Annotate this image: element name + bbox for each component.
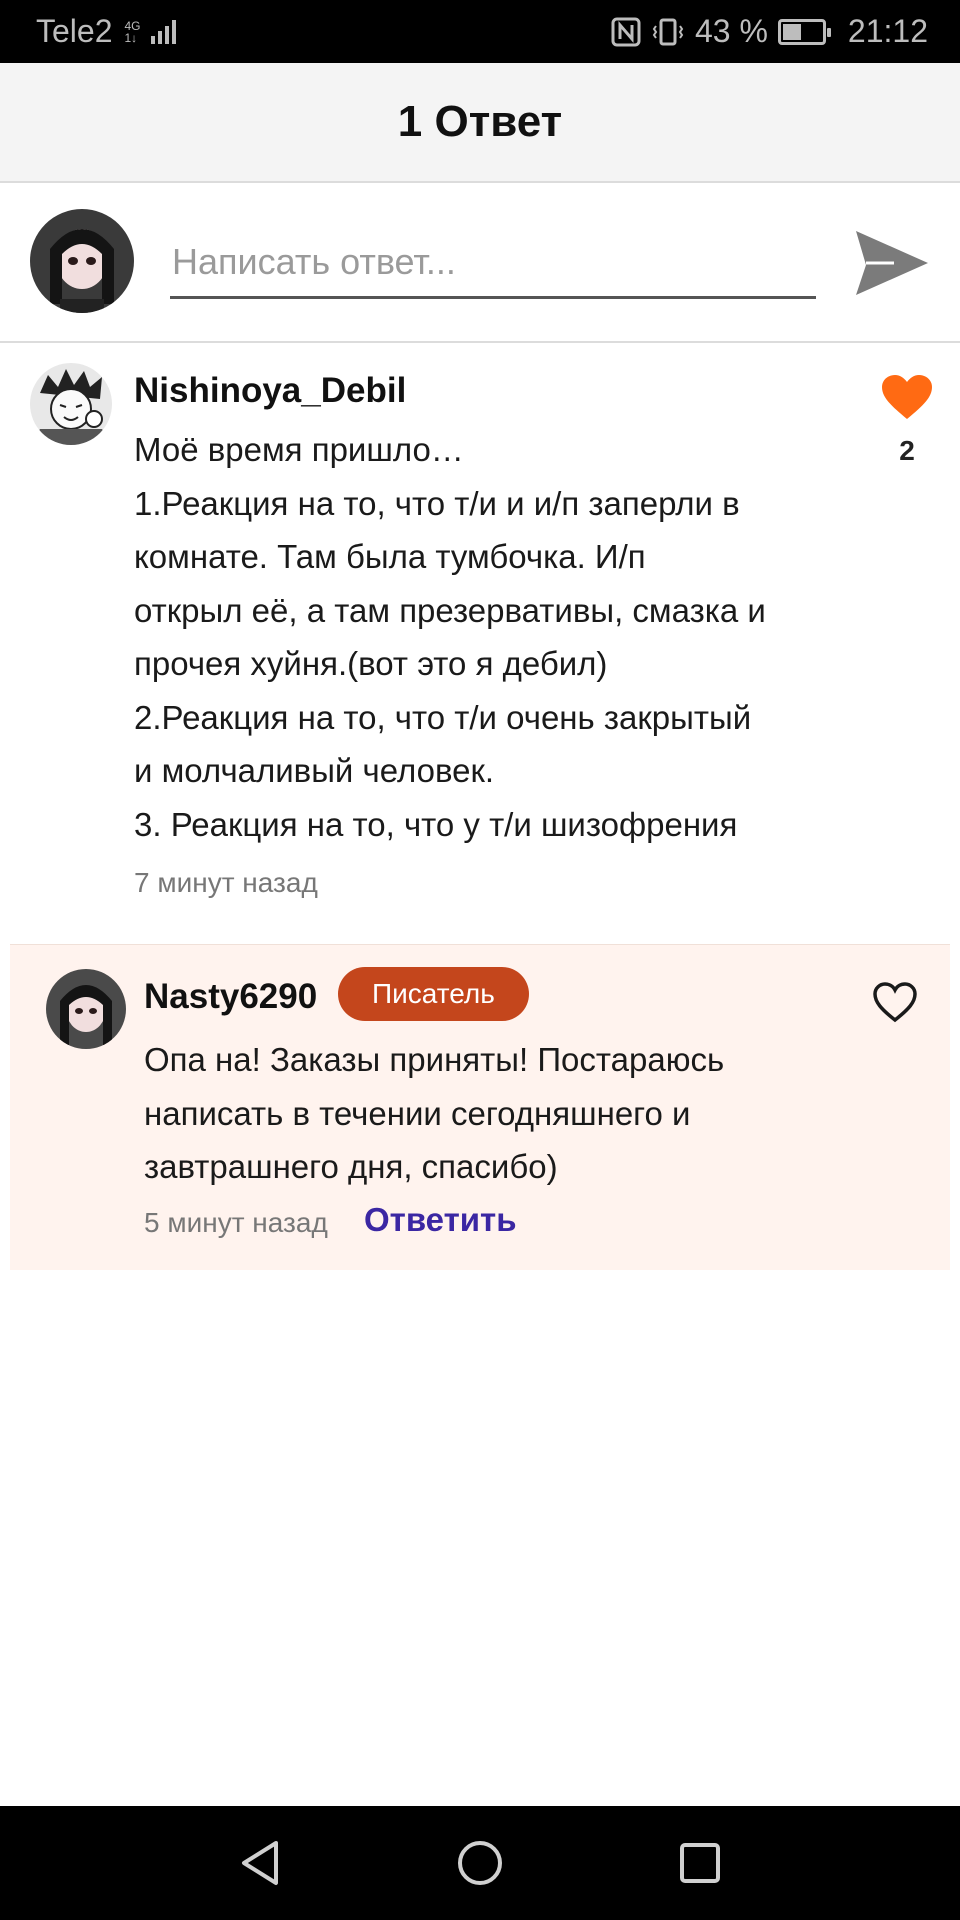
send-button[interactable] <box>852 223 932 303</box>
battery-fill <box>782 23 801 40</box>
comment-line: 1.Реакция на то, что т/и и и/п заперли в <box>134 484 740 522</box>
reply-timestamp: 5 минут назад <box>144 1207 328 1238</box>
comment-line: и молчаливый человек. <box>134 752 495 789</box>
reply-like-button[interactable] <box>872 981 918 1023</box>
reply-to-button[interactable]: Ответить <box>364 1201 517 1239</box>
back-button[interactable] <box>230 1833 290 1893</box>
reply-line: завтрашнего дня, спасибо) <box>144 1148 558 1185</box>
signal-icon <box>150 19 176 44</box>
comment-text: Моё время пришло… 1.Реакция на то, что т… <box>134 423 814 851</box>
reply-input[interactable] <box>170 227 816 299</box>
reply-composer <box>0 185 960 343</box>
heart-outline-icon <box>873 982 917 1023</box>
vibrate-icon <box>652 18 684 45</box>
network-type-bottom: 1↓ <box>124 30 138 45</box>
page-title: 1 Ответ <box>397 97 563 146</box>
carrier-name: Tele2 <box>36 13 113 49</box>
reply-card: Nasty6290 Писатель Опа на! Заказы принят… <box>10 944 950 1270</box>
battery-percent: 43 % <box>694 13 768 49</box>
reply-line: Опа на! Заказы приняты! Постараюсь <box>144 1041 725 1078</box>
heart-filled-icon <box>882 375 932 419</box>
send-icon <box>856 231 928 295</box>
comment-timestamp: 7 минут назад <box>134 867 318 898</box>
comment-line: 3. Реакция на то, что у т/и шизофрения <box>134 805 738 843</box>
reply-author-avatar[interactable] <box>46 969 126 1049</box>
comment-like-button[interactable] <box>880 373 934 421</box>
reply-line: написать в течении сегодняшнего и <box>144 1094 691 1132</box>
current-user-avatar <box>30 209 134 313</box>
reply-text: Опа на! Заказы приняты! Постараюсь напис… <box>144 1033 884 1194</box>
comment-like-count: 2 <box>899 435 915 466</box>
comment-author-avatar[interactable] <box>30 363 112 445</box>
battery-icon <box>777 18 831 45</box>
writer-badge: Писатель <box>338 967 529 1021</box>
home-circle-icon <box>458 1841 502 1885</box>
comment-line: 2.Реакция на то, что т/и очень закрытый <box>134 698 752 736</box>
recents-square-icon <box>680 1843 720 1883</box>
page-header: 1 Ответ <box>0 63 960 183</box>
comment-line: открыл её, а там презервативы, смазка и <box>134 591 766 629</box>
status-bar: Tele2 4G 1↓ 43 % 21:12 <box>0 0 960 63</box>
network-type-top: 4G <box>124 18 141 33</box>
nfc-icon <box>611 17 641 46</box>
network-type: 4G 1↓ <box>125 20 141 44</box>
comment-line: прочея хуйня.(вот это я дебил) <box>134 645 608 682</box>
clock: 21:12 <box>847 13 928 49</box>
system-nav-bar <box>0 1806 960 1920</box>
home-button[interactable] <box>450 1833 510 1893</box>
comment-line: комнате. Там была тумбочка. И/п <box>134 538 646 575</box>
recents-button[interactable] <box>670 1833 730 1893</box>
comment-line: Моё время пришло… <box>134 431 464 468</box>
comment-author-name[interactable]: Nishinoya_Debil <box>134 371 406 411</box>
back-triangle-icon <box>242 1841 278 1885</box>
reply-author-name[interactable]: Nasty6290 <box>144 977 317 1017</box>
